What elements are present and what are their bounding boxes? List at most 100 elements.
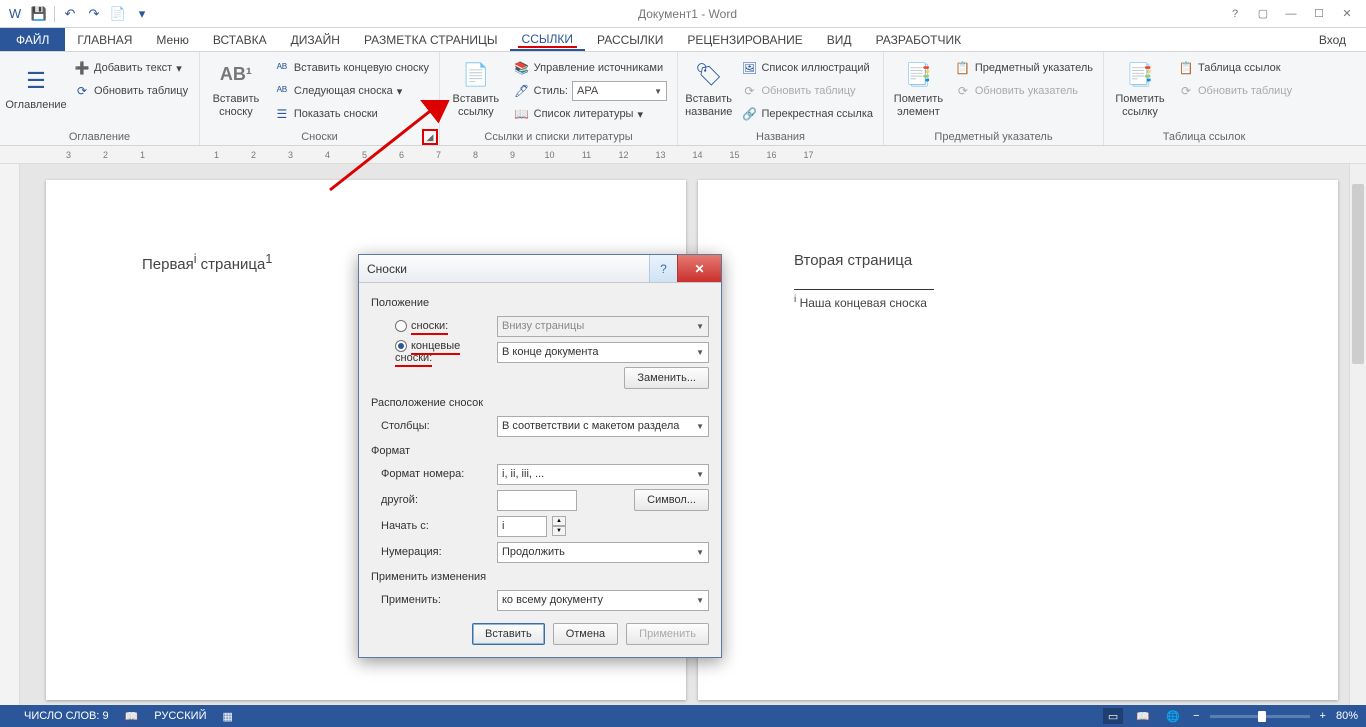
index-icon: 📋 — [955, 60, 971, 76]
radio-footnotes[interactable] — [395, 320, 407, 332]
group-label-index: Предметный указатель — [890, 131, 1097, 145]
login-link[interactable]: Вход — [1319, 28, 1366, 51]
horizontal-ruler[interactable]: 3211234567891011121314151617 — [0, 146, 1366, 164]
dialog-title: Сноски — [367, 262, 407, 276]
radio-endnotes[interactable] — [395, 340, 407, 352]
tab-insert[interactable]: ВСТАВКА — [201, 28, 279, 51]
tab-mailings[interactable]: РАССЫЛКИ — [585, 28, 675, 51]
numbering-select[interactable]: Продолжить▼ — [497, 542, 709, 563]
cancel-button[interactable]: Отмена — [553, 623, 618, 645]
show-icon: ☰ — [274, 106, 290, 122]
symbol-button[interactable]: Символ... — [634, 489, 709, 511]
tab-review[interactable]: РЕЦЕНЗИРОВАНИЕ — [675, 28, 814, 51]
insert-index-button[interactable]: 📋Предметный указатель — [951, 58, 1097, 78]
footnotes-launcher[interactable]: ◢ — [423, 130, 437, 144]
group-label-toc: Оглавление — [6, 131, 193, 145]
status-language[interactable]: РУССКИЙ — [154, 710, 206, 722]
manage-icon: 📚 — [514, 60, 530, 76]
footnotes-location-select: Внизу страницы▼ — [497, 316, 709, 337]
columns-select[interactable]: В соответствии с макетом раздела▼ — [497, 416, 709, 437]
page-2[interactable]: Вторая страница i Наша концевая сноска — [698, 180, 1338, 700]
view-print-icon[interactable]: ▭ — [1103, 708, 1123, 724]
page2-text[interactable]: Вторая страница — [794, 252, 1242, 269]
status-words[interactable]: ЧИСЛО СЛОВ: 9 — [24, 710, 109, 722]
start-at-input[interactable]: i — [497, 516, 547, 537]
mark-citation-button[interactable]: 📑 Пометить ссылку — [1110, 54, 1170, 124]
label-custom: другой: — [371, 494, 491, 506]
insert-citation-button[interactable]: 📄 Вставить ссылку — [446, 54, 506, 124]
insert-button[interactable]: Вставить — [472, 623, 545, 645]
endnotes-location-select[interactable]: В конце документа▼ — [497, 342, 709, 363]
label-apply: Применить: — [371, 594, 491, 606]
label-start: Начать с: — [371, 520, 491, 532]
show-footnotes-button[interactable]: ☰Показать сноски — [270, 104, 433, 124]
update-toc-button[interactable]: ⟳Обновить таблицу — [70, 81, 192, 101]
style-select[interactable]: APA▼ — [572, 81, 667, 101]
status-proofing-icon[interactable]: 📖 — [125, 710, 139, 723]
bib-icon: 📖 — [514, 106, 530, 122]
update-toa-button: ⟳Обновить таблицу — [1174, 81, 1296, 101]
view-read-icon[interactable]: 📖 — [1133, 708, 1153, 724]
figures-icon: 🖼 — [741, 60, 757, 76]
close-button[interactable]: ✕ — [1334, 4, 1360, 24]
mark-entry-button[interactable]: 📑 Пометить элемент — [890, 54, 947, 124]
zoom-in-button[interactable]: + — [1320, 710, 1326, 722]
zoom-value[interactable]: 80% — [1336, 710, 1358, 722]
footnotes-dialog: Сноски ? ✕ Положение сноски: Внизу стран… — [358, 254, 722, 658]
tab-view[interactable]: ВИД — [815, 28, 864, 51]
bibliography-button[interactable]: 📖Список литературы ▾ — [510, 104, 671, 124]
tab-design[interactable]: ДИЗАЙН — [279, 28, 352, 51]
file-tab[interactable]: ФАЙЛ — [0, 28, 65, 51]
label-numformat: Формат номера: — [371, 468, 491, 480]
view-web-icon[interactable]: 🌐 — [1163, 708, 1183, 724]
endnote-text[interactable]: i Наша концевая сноска — [794, 294, 1242, 310]
custom-mark-input[interactable] — [497, 490, 577, 511]
section-format: Формат — [371, 445, 709, 457]
dialog-help-button[interactable]: ? — [649, 255, 677, 282]
footnote-icon: AB¹ — [220, 59, 252, 91]
help-button[interactable]: ? — [1222, 4, 1248, 24]
next-footnote-button[interactable]: ᴬᴮСледующая сноска ▾ — [270, 81, 433, 101]
numformat-select[interactable]: i, ii, iii, ...▼ — [497, 464, 709, 485]
list-figures-button[interactable]: 🖼Список иллюстраций — [737, 58, 877, 78]
add-text-button[interactable]: ➕Добавить текст ▾ — [70, 58, 192, 78]
undo-icon[interactable]: ↶ — [59, 3, 81, 25]
tab-developer[interactable]: РАЗРАБОТЧИК — [864, 28, 974, 51]
vertical-ruler[interactable] — [0, 164, 20, 709]
zoom-slider[interactable] — [1210, 715, 1310, 718]
redo-icon[interactable]: ↷ — [83, 3, 105, 25]
apply-select[interactable]: ко всему документу▼ — [497, 590, 709, 611]
tab-references[interactable]: ССЫЛКИ — [510, 28, 585, 51]
cross-reference-button[interactable]: 🔗Перекрестная ссылка — [737, 104, 877, 124]
tab-home[interactable]: ГЛАВНАЯ — [65, 28, 144, 51]
convert-button[interactable]: Заменить... — [624, 367, 709, 389]
group-label-citations: Ссылки и списки литературы — [446, 131, 671, 145]
style-icon: 🖊 — [514, 83, 530, 99]
insert-toa-button[interactable]: 📋Таблица ссылок — [1174, 58, 1296, 78]
start-spinner[interactable]: ▲▼ — [552, 516, 566, 536]
manage-sources-button[interactable]: 📚Управление источниками — [510, 58, 671, 78]
insert-endnote-button[interactable]: ᴬᴮВставить концевую сноску — [270, 58, 433, 78]
status-macro-icon[interactable]: ▦ — [222, 710, 232, 723]
ribbon-options-button[interactable]: ▢ — [1250, 4, 1276, 24]
update-index-button: ⟳Обновить указатель — [951, 81, 1097, 101]
endnote-icon: ᴬᴮ — [274, 60, 290, 76]
dialog-close-button[interactable]: ✕ — [677, 255, 721, 282]
section-apply: Применить изменения — [371, 571, 709, 583]
mark-icon: 📑 — [902, 59, 934, 91]
maximize-button[interactable]: ☐ — [1306, 4, 1332, 24]
tab-menu[interactable]: Меню — [144, 28, 200, 51]
toc-button[interactable]: ☰ Оглавление — [6, 54, 66, 124]
refresh-icon: ⟳ — [741, 83, 757, 99]
qat-customize-icon[interactable]: ▾ — [131, 3, 153, 25]
vertical-scrollbar[interactable] — [1349, 164, 1366, 705]
insert-caption-button[interactable]: 🏷 Вставить название — [684, 54, 733, 124]
group-label-footnotes: Сноски — [206, 131, 433, 145]
zoom-out-button[interactable]: − — [1193, 710, 1199, 722]
minimize-button[interactable]: — — [1278, 4, 1304, 24]
save-icon[interactable]: 💾 — [28, 3, 50, 25]
plus-icon: ➕ — [74, 60, 90, 76]
tab-layout[interactable]: РАЗМЕТКА СТРАНИЦЫ — [352, 28, 510, 51]
insert-footnote-button[interactable]: AB¹ Вставить сноску — [206, 54, 266, 124]
new-doc-icon[interactable]: 📄 — [107, 3, 129, 25]
